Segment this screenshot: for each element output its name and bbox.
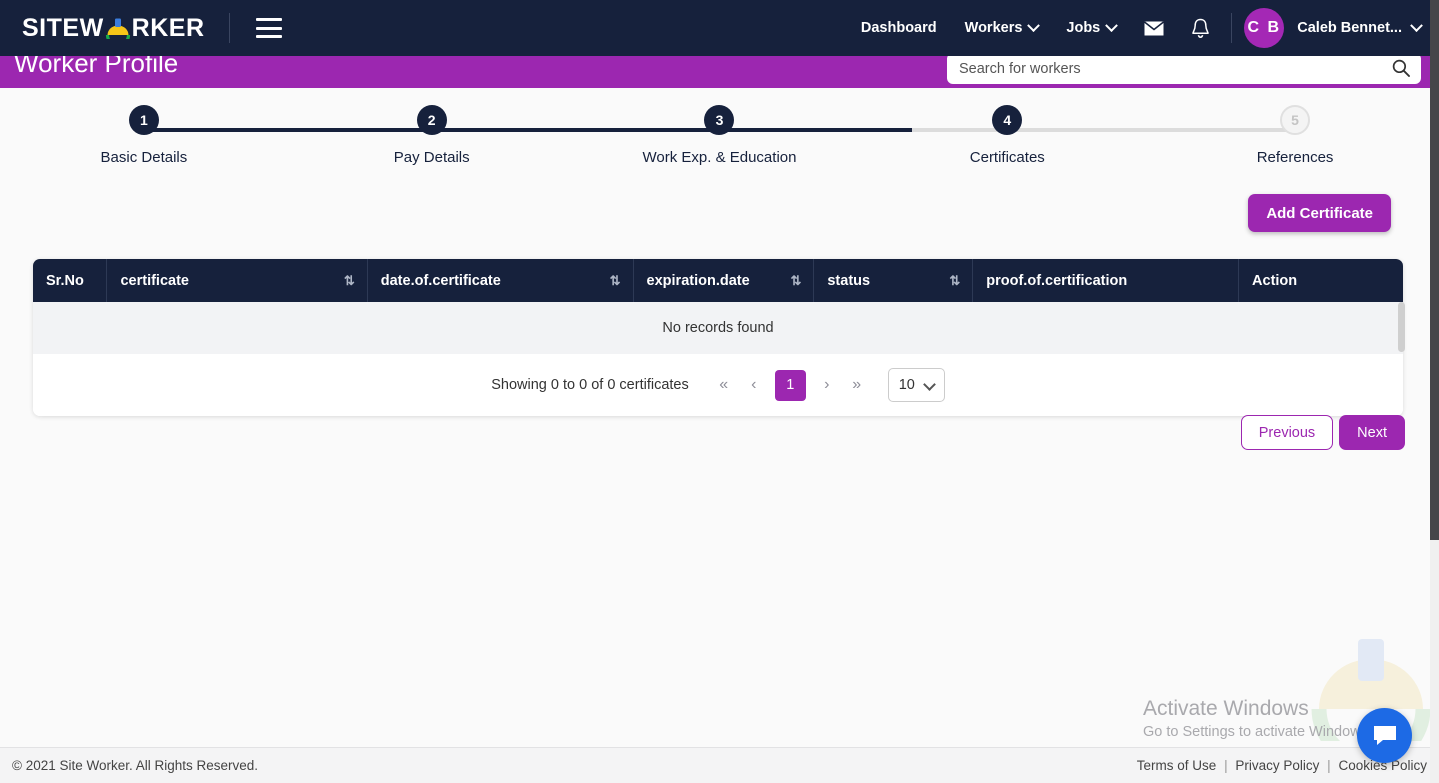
copyright-text: © 2021 Site Worker. All Rights Reserved. — [12, 758, 259, 773]
step-number[interactable]: 2 — [416, 105, 447, 135]
nav-item-dashboard[interactable]: Dashboard — [847, 14, 951, 42]
user-name-label[interactable]: Caleb Bennet... — [1284, 20, 1412, 36]
top-navbar: SITEW RKER Dashboard Workers Jobs C B Ca… — [0, 0, 1439, 56]
bell-icon[interactable] — [1178, 12, 1223, 45]
step-certificates[interactable]: 4 Certificates — [863, 105, 1151, 166]
search-input[interactable] — [947, 53, 1421, 84]
step-label: References — [1256, 149, 1334, 166]
step-number[interactable]: 5 — [1280, 105, 1311, 135]
nav-label: Jobs — [1066, 20, 1101, 36]
navbar-divider — [1231, 13, 1233, 43]
chevron-down-icon[interactable] — [1410, 18, 1423, 32]
brand-prefix: SITEW — [22, 13, 104, 42]
helmet-logo-icon — [105, 17, 131, 48]
step-references[interactable]: 5 References — [1151, 105, 1439, 166]
sort-icon[interactable]: ⇅ — [949, 273, 960, 289]
previous-button[interactable]: Previous — [1240, 415, 1334, 450]
column-header-certificate[interactable]: certificate ⇅ — [106, 259, 368, 302]
step-pay-details[interactable]: 2 Pay Details — [288, 105, 576, 166]
page-scrollbar[interactable] — [1430, 0, 1439, 783]
sort-icon[interactable]: ⇅ — [790, 273, 801, 289]
watermark-title: Activate Windows — [1143, 697, 1309, 720]
certificates-table-card: Sr.No certificate ⇅ date.of.certificate … — [33, 259, 1403, 416]
step-label: Certificates — [969, 149, 1045, 166]
empty-state-row: No records found — [33, 302, 1403, 354]
column-header-date-of-certificate[interactable]: date.of.certificate ⇅ — [367, 259, 634, 302]
step-label: Basic Details — [100, 149, 188, 166]
page-root: SITEW RKER Dashboard Workers Jobs C B Ca… — [0, 0, 1439, 783]
pagination-prev-button[interactable]: ‹ — [739, 370, 769, 400]
column-header-proof-of-certification[interactable]: proof.of.certification — [972, 259, 1240, 302]
empty-state-message: No records found — [33, 302, 1403, 354]
brand-area: SITEW RKER — [0, 13, 282, 48]
column-header-sr-no[interactable]: Sr.No — [33, 259, 108, 302]
brand-suffix: RKER — [131, 13, 205, 42]
pagination-page-1[interactable]: 1 — [774, 369, 806, 401]
profile-stepper: 1 Basic Details 2 Pay Details 3 Work Exp… — [0, 105, 1439, 180]
table-body: No records found Showing 0 to 0 of 0 cer… — [33, 302, 1403, 416]
watermark-subtitle: Go to Settings to activate Windows. — [1143, 724, 1372, 741]
step-number[interactable]: 3 — [704, 105, 735, 135]
table-vertical-scrollbar[interactable] — [1398, 302, 1405, 352]
footer-link-privacy-policy[interactable]: Privacy Policy — [1235, 758, 1319, 773]
column-label: expiration.date — [646, 272, 750, 289]
column-label: certificate — [120, 272, 189, 289]
certificates-table: Sr.No certificate ⇅ date.of.certificate … — [33, 259, 1403, 416]
nav-label: Workers — [964, 20, 1023, 36]
brand-divider — [228, 13, 230, 43]
search-icon[interactable] — [1392, 59, 1410, 82]
pagination-first-button[interactable]: « — [709, 370, 739, 400]
sort-icon[interactable]: ⇅ — [610, 273, 621, 289]
pagination-summary: Showing 0 to 0 of 0 certificates — [491, 377, 689, 393]
navbar-right: Dashboard Workers Jobs C B Caleb Bennet.… — [847, 8, 1439, 48]
chat-bubble-icon[interactable] — [1357, 708, 1412, 763]
page-size-select[interactable]: 10 — [887, 368, 945, 402]
table-header-row: Sr.No certificate ⇅ date.of.certificate … — [33, 259, 1403, 302]
page-size-wrap: 10 — [872, 368, 945, 402]
table-head: Sr.No certificate ⇅ date.of.certificate … — [33, 259, 1403, 302]
hamburger-icon[interactable] — [255, 18, 282, 38]
column-label: date.of.certificate — [380, 272, 501, 289]
app-logo[interactable]: SITEW RKER — [22, 13, 205, 48]
column-header-action[interactable]: Action — [1238, 259, 1403, 302]
footer-separator: | — [1224, 758, 1228, 773]
activate-windows-watermark: Activate Windows Go to Settings to activ… — [1143, 697, 1372, 740]
column-label: status — [827, 272, 871, 289]
footer-separator: | — [1327, 758, 1331, 773]
chevron-down-icon — [1105, 18, 1119, 32]
wizard-nav-buttons: Previous Next — [1240, 415, 1405, 450]
next-button[interactable]: Next — [1339, 415, 1405, 450]
page-footer: © 2021 Site Worker. All Rights Reserved.… — [0, 747, 1439, 783]
sort-icon[interactable]: ⇅ — [344, 273, 355, 289]
step-number[interactable]: 1 — [128, 105, 159, 135]
column-label: proof.of.certification — [986, 272, 1128, 289]
add-certificate-button[interactable]: Add Certificate — [1248, 194, 1391, 232]
pagination-last-button[interactable]: » — [842, 370, 872, 400]
pagination: Showing 0 to 0 of 0 certificates « ‹ 1 ›… — [33, 368, 1403, 402]
page-scrollbar-thumb[interactable] — [1430, 0, 1439, 540]
footer-link-terms-of-use[interactable]: Terms of Use — [1137, 758, 1217, 773]
step-label: Work Exp. & Education — [642, 149, 797, 166]
hamburger-line — [255, 35, 282, 38]
avatar[interactable]: C B — [1244, 8, 1285, 48]
pagination-next-button[interactable]: › — [812, 370, 842, 400]
step-basic-details[interactable]: 1 Basic Details — [0, 105, 288, 166]
envelope-icon[interactable] — [1130, 14, 1178, 43]
stepper-items: 1 Basic Details 2 Pay Details 3 Work Exp… — [0, 105, 1439, 166]
hamburger-line — [255, 18, 282, 21]
step-label: Pay Details — [393, 149, 470, 166]
chevron-down-icon — [1027, 18, 1041, 32]
worker-search — [947, 53, 1421, 84]
step-number[interactable]: 4 — [992, 105, 1023, 135]
nav-label: Dashboard — [860, 20, 937, 36]
column-header-status[interactable]: status ⇅ — [813, 259, 974, 302]
step-work-exp-education[interactable]: 3 Work Exp. & Education — [576, 105, 864, 166]
hamburger-line — [255, 26, 282, 30]
nav-item-workers[interactable]: Workers — [951, 14, 1053, 42]
column-label: Sr.No — [46, 272, 84, 289]
column-header-expiration-date[interactable]: expiration.date ⇅ — [633, 259, 815, 302]
pagination-row: Showing 0 to 0 of 0 certificates « ‹ 1 ›… — [33, 354, 1403, 416]
nav-item-jobs[interactable]: Jobs — [1052, 14, 1130, 42]
column-label: Action — [1252, 272, 1298, 289]
